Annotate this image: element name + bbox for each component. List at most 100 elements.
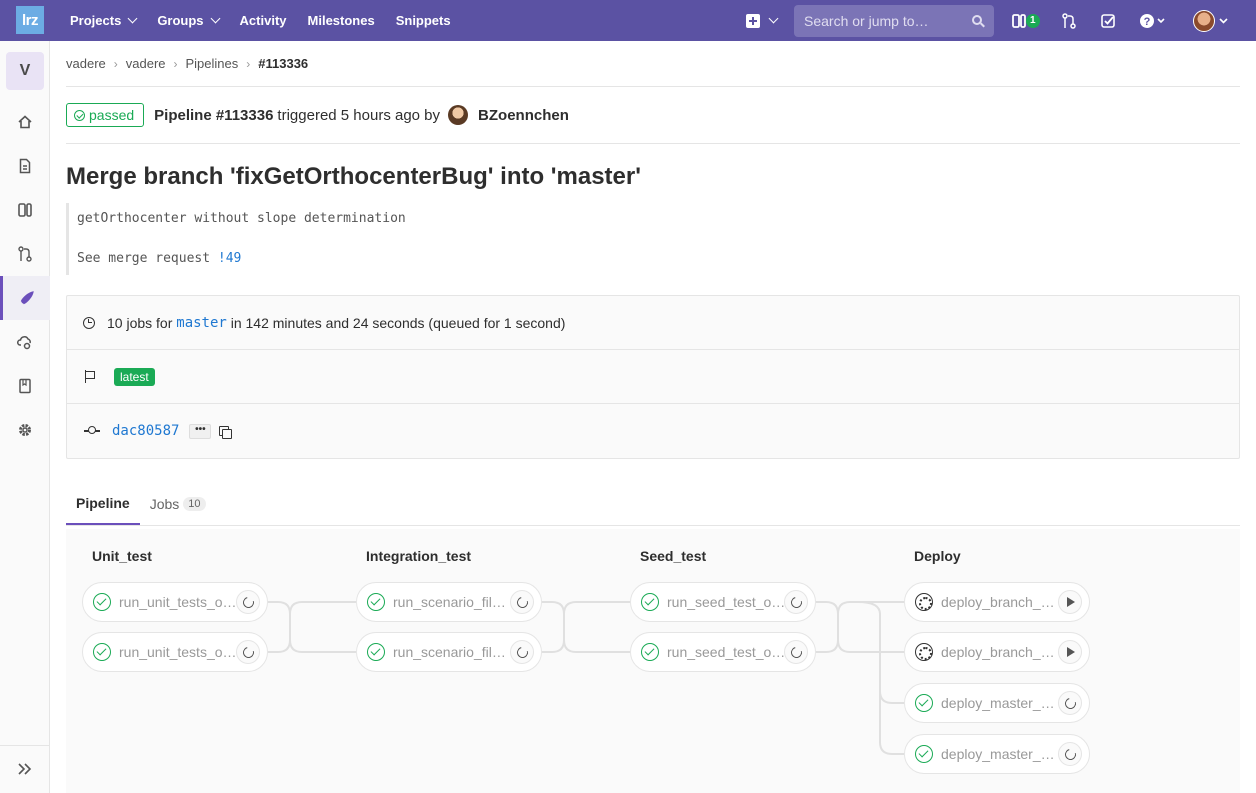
sidebar-item-merge-requests[interactable] — [0, 232, 50, 276]
retry-button[interactable] — [236, 590, 260, 614]
job-name: run_unit_tests_o… — [119, 594, 237, 610]
job-item[interactable]: deploy_branch_… — [904, 632, 1090, 672]
chevron-down-icon[interactable] — [1219, 13, 1229, 29]
sidebar-item-operations[interactable] — [0, 320, 50, 364]
job-name: run_seed_test_o… — [667, 594, 785, 610]
play-icon — [1067, 647, 1075, 657]
chevron-right-icon: › — [246, 56, 251, 71]
flag-icon — [85, 370, 97, 383]
book-icon — [19, 378, 31, 394]
breadcrumb-project[interactable]: vadere — [126, 56, 166, 71]
author-avatar[interactable] — [448, 105, 469, 125]
retry-button[interactable] — [510, 590, 534, 614]
retry-button[interactable] — [1058, 742, 1082, 766]
merge-request-icon[interactable] — [1062, 13, 1076, 29]
search-placeholder: Search or jump to… — [804, 13, 929, 29]
breadcrumb-group[interactable]: vadere — [66, 56, 106, 71]
status-success-icon — [93, 643, 111, 661]
play-button[interactable] — [1058, 590, 1082, 614]
sidebar-item-repository[interactable] — [0, 144, 50, 188]
status-success-icon — [915, 694, 933, 712]
search-icon — [972, 15, 982, 25]
collapse-sidebar-icon[interactable] — [17, 762, 33, 776]
status-badge[interactable]: passed — [66, 103, 145, 127]
author-name[interactable]: BZoennchen — [478, 107, 569, 124]
retry-button[interactable] — [784, 590, 808, 614]
sidebar-item-issues[interactable] — [0, 188, 50, 232]
home-icon — [18, 115, 32, 129]
nav-milestones[interactable]: Milestones — [308, 13, 375, 28]
retry-button[interactable] — [784, 640, 808, 664]
svg-text:?: ? — [1144, 16, 1151, 28]
commit-desc-line: See merge request — [77, 251, 218, 266]
stage-title: Unit_test — [92, 548, 152, 564]
merge-request-link[interactable]: !49 — [218, 251, 241, 266]
todo-icon[interactable] — [1101, 13, 1115, 29]
retry-button[interactable] — [236, 640, 260, 664]
sidebar-item-wiki[interactable] — [0, 364, 50, 408]
document-icon — [19, 158, 31, 174]
retry-button[interactable] — [510, 640, 534, 664]
help-icon[interactable]: ? — [1140, 13, 1168, 29]
status-success-icon — [93, 593, 111, 611]
clock-icon — [83, 316, 95, 329]
jobs-summary-row: 10 jobs for master in 142 minutes and 24… — [67, 296, 1239, 350]
issues-icon[interactable] — [1012, 13, 1026, 29]
tab-pipeline-label: Pipeline — [76, 495, 130, 511]
nav-projects-label: Projects — [70, 13, 122, 28]
status-success-icon — [641, 643, 659, 661]
job-item[interactable]: run_seed_test_o… — [630, 632, 816, 672]
job-item[interactable]: run_scenario_fil… — [356, 582, 542, 622]
chevron-down-icon — [210, 13, 220, 24]
expand-commit-button[interactable]: ••• — [189, 423, 212, 439]
play-button[interactable] — [1058, 640, 1082, 664]
commit-sha-link[interactable]: dac80587 — [112, 423, 179, 439]
sidebar-item-project[interactable] — [0, 100, 50, 144]
nav-groups[interactable]: Groups — [157, 13, 220, 28]
retry-icon — [240, 644, 256, 660]
commit-description: getOrthocenter without slope determinati… — [66, 203, 1240, 275]
commit-desc-line: getOrthocenter without slope determinati… — [77, 211, 406, 226]
job-item[interactable]: deploy_master_… — [904, 683, 1090, 723]
jobs-summary-prefix: 10 jobs for — [107, 314, 177, 331]
plus-square-icon — [746, 13, 760, 28]
search-input[interactable]: Search or jump to… — [794, 5, 994, 37]
job-item[interactable]: deploy_master_… — [904, 734, 1090, 774]
tab-jobs[interactable]: Jobs 10 — [140, 483, 216, 525]
sidebar-item-ci-cd[interactable] — [0, 276, 50, 320]
breadcrumb-current[interactable]: #113336 — [258, 56, 308, 71]
sidebar-item-settings[interactable] — [0, 408, 50, 452]
status-success-icon — [74, 109, 85, 121]
job-item[interactable]: run_seed_test_o… — [630, 582, 816, 622]
status-manual-icon — [915, 643, 933, 661]
connector-line — [268, 601, 356, 653]
copy-icon[interactable] — [219, 426, 233, 439]
lrz-logo[interactable]: lrz — [16, 6, 44, 34]
nav-activity[interactable]: Activity — [240, 13, 287, 28]
user-avatar[interactable] — [1193, 10, 1215, 32]
job-item[interactable]: deploy_branch_… — [904, 582, 1090, 622]
commit-icon — [84, 426, 100, 434]
job-name: run_unit_tests_o… — [119, 644, 237, 660]
tab-pipeline[interactable]: Pipeline — [66, 483, 140, 525]
pipeline-graph: Unit_test Integration_test Seed_test Dep… — [66, 529, 1240, 793]
chevron-down-icon — [127, 13, 138, 24]
retry-icon — [1062, 746, 1078, 762]
nav-projects[interactable]: Projects — [70, 13, 138, 28]
job-item[interactable]: run_unit_tests_o… — [82, 632, 268, 672]
new-dropdown[interactable] — [746, 0, 779, 41]
status-success-icon — [367, 643, 385, 661]
merge-request-icon — [18, 246, 32, 262]
job-item[interactable]: run_unit_tests_o… — [82, 582, 268, 622]
branch-link[interactable]: master — [176, 315, 227, 331]
stage-title: Seed_test — [640, 548, 707, 564]
job-item[interactable]: run_scenario_fil… — [356, 632, 542, 672]
job-name: deploy_master_… — [941, 695, 1055, 711]
breadcrumb-pipelines[interactable]: Pipelines — [186, 56, 239, 71]
project-avatar[interactable]: V — [6, 52, 44, 90]
play-icon — [1067, 597, 1075, 607]
nav-snippets[interactable]: Snippets — [396, 13, 451, 28]
pipeline-header: passed Pipeline #113336 triggered 5 hour… — [66, 87, 1240, 144]
retry-button[interactable] — [1058, 691, 1082, 715]
status-manual-icon — [915, 593, 933, 611]
